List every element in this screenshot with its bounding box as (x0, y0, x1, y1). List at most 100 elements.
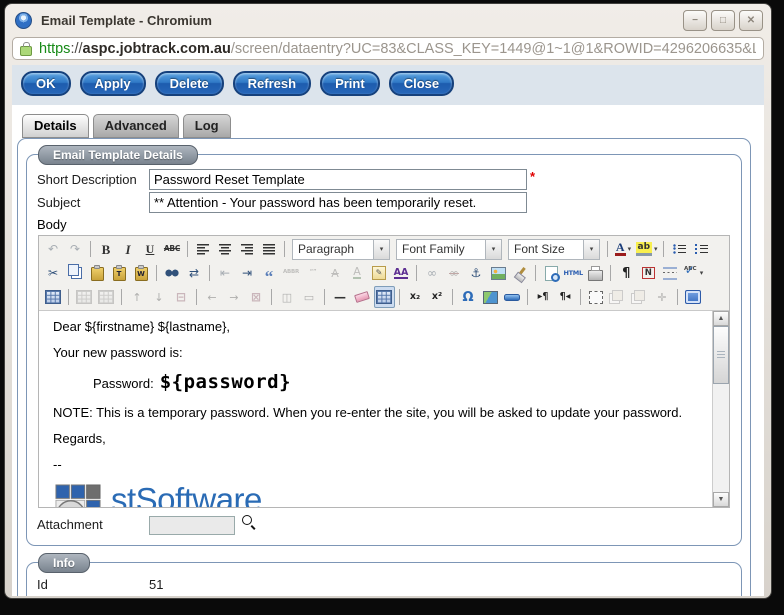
ltr-icon[interactable]: ▸¶ (533, 286, 554, 308)
numbered-list-icon[interactable] (691, 238, 712, 260)
image-icon[interactable] (488, 262, 509, 284)
undo-icon: ↶ (43, 238, 64, 260)
close-button[interactable]: Close (389, 71, 454, 96)
insert-col-after-icon: → (224, 286, 245, 308)
non-breaking-space-icon[interactable]: N (638, 262, 659, 284)
tab-advanced[interactable]: Advanced (93, 114, 179, 138)
text-color-icon[interactable]: A▾ (613, 238, 634, 260)
signature-delimiter: -- (53, 457, 703, 472)
cut-icon[interactable]: ✂ (43, 262, 64, 284)
maximize-button[interactable]: □ (711, 10, 735, 31)
font-family-select[interactable]: Font Family▾ (396, 239, 502, 260)
remove-format-icon[interactable] (352, 286, 373, 308)
fullscreen-icon[interactable] (683, 286, 704, 308)
info-fieldset: Info Id 51 (26, 562, 742, 596)
align-left-icon[interactable] (193, 238, 214, 260)
chevron-down-icon[interactable]: ▾ (583, 240, 599, 259)
close-window-button[interactable]: ✕ (739, 10, 763, 31)
italic-icon[interactable]: I (118, 238, 139, 260)
address-bar[interactable]: https://aspc.jobtrack.com.au/screen/data… (12, 37, 764, 60)
page-break-icon[interactable] (660, 262, 681, 284)
chevron-down-icon[interactable]: ▾ (485, 240, 501, 259)
url-separator: :// (70, 41, 82, 57)
bullet-list-icon[interactable] (669, 238, 690, 260)
find-icon[interactable] (162, 262, 183, 284)
preview-icon[interactable] (541, 262, 562, 284)
scroll-up-button[interactable]: ▲ (713, 311, 729, 326)
insert-table-icon[interactable] (43, 286, 64, 308)
visual-aid-icon[interactable] (374, 286, 395, 308)
attachment-input[interactable] (149, 516, 235, 535)
move-forward-icon (608, 286, 629, 308)
refresh-button[interactable]: Refresh (233, 71, 311, 96)
highlight-color-icon[interactable]: ab▾ (635, 238, 659, 260)
apply-button[interactable]: Apply (80, 71, 146, 96)
copy-icon[interactable] (65, 262, 86, 284)
chevron-down-icon[interactable]: ▾ (654, 245, 658, 253)
info-legend: Info (38, 553, 90, 573)
spellcheck-icon[interactable]: ABC▾ (682, 262, 705, 284)
strikethrough-icon[interactable]: ABC (162, 238, 183, 260)
align-justify-icon[interactable] (259, 238, 280, 260)
horizontal-rule-icon[interactable]: — (330, 286, 351, 308)
advanced-hr-icon[interactable] (502, 286, 523, 308)
toolbar-separator (271, 289, 272, 305)
editor-scrollbar[interactable]: ▲ ▼ (712, 311, 729, 507)
subject-input[interactable] (149, 192, 527, 213)
editor-body[interactable]: Dear ${firstname} ${lastname}, Your new … (39, 311, 729, 507)
chevron-down-icon[interactable]: ▾ (373, 240, 389, 259)
insert-row-after-icon: ↓ (149, 286, 170, 308)
short-description-input[interactable] (149, 169, 527, 190)
paste-as-text-icon[interactable]: T (109, 262, 130, 284)
inserted-text-icon: A (347, 262, 368, 284)
unlink-icon: ∞ (444, 262, 465, 284)
scrollbar-thumb[interactable] (713, 326, 729, 384)
toolbar-separator (121, 289, 122, 305)
print-button[interactable]: Print (320, 71, 380, 96)
action-button-bar: OK Apply Delete Refresh Print Close (12, 65, 764, 105)
rtl-icon[interactable]: ¶◂ (555, 286, 576, 308)
short-description-label: Short Description (37, 169, 149, 187)
password-line: Password: ${password} (93, 371, 703, 393)
insert-layer-icon[interactable] (586, 286, 607, 308)
chevron-down-icon[interactable]: ▾ (700, 269, 704, 277)
visual-chars-icon[interactable]: ¶ (616, 262, 637, 284)
anchor-icon[interactable]: ⚓ (466, 262, 487, 284)
align-right-icon[interactable] (237, 238, 258, 260)
toolbar-separator (535, 265, 536, 281)
attachment-search-icon[interactable] (241, 514, 257, 530)
url-text[interactable]: https://aspc.jobtrack.com.au/screen/data… (39, 41, 756, 57)
paste-from-word-icon[interactable]: W (131, 262, 152, 284)
special-character-icon[interactable]: Ω (458, 286, 479, 308)
delete-button[interactable]: Delete (155, 71, 224, 96)
print-icon[interactable] (585, 262, 606, 284)
scroll-down-button[interactable]: ▼ (713, 492, 729, 507)
bold-icon[interactable]: B (96, 238, 117, 260)
align-center-icon[interactable] (215, 238, 236, 260)
cleanup-icon[interactable] (510, 262, 531, 284)
ok-button[interactable]: OK (21, 71, 71, 96)
chevron-down-icon[interactable]: ▾ (628, 245, 632, 253)
source-code-icon[interactable]: HTML (563, 262, 584, 284)
indent-icon[interactable]: ⇥ (237, 262, 258, 284)
toolbar-separator (663, 241, 664, 257)
blockquote-icon[interactable]: “ (259, 262, 280, 284)
font-family-select-value: Font Family (397, 242, 485, 256)
minimize-button[interactable]: − (683, 10, 707, 31)
style-props-icon[interactable]: AA (391, 262, 412, 284)
subscript-icon[interactable]: x₂ (405, 286, 426, 308)
font-size-select[interactable]: Font Size▾ (508, 239, 600, 260)
tab-log[interactable]: Log (183, 114, 231, 138)
toolbar-separator (196, 289, 197, 305)
superscript-icon[interactable]: x² (427, 286, 448, 308)
insert-media-icon[interactable] (480, 286, 501, 308)
ssl-padlock-icon[interactable] (20, 46, 32, 56)
find-replace-icon[interactable]: ⇄ (184, 262, 205, 284)
title-bar[interactable]: Email Template - Chromium − □ ✕ (5, 4, 771, 33)
paste-icon[interactable] (87, 262, 108, 284)
toolbar-separator (416, 265, 417, 281)
insert-attributes-icon[interactable]: ✎ (369, 262, 390, 284)
format-select[interactable]: Paragraph▾ (292, 239, 390, 260)
tab-details[interactable]: Details (22, 114, 89, 138)
underline-icon[interactable]: U (140, 238, 161, 260)
